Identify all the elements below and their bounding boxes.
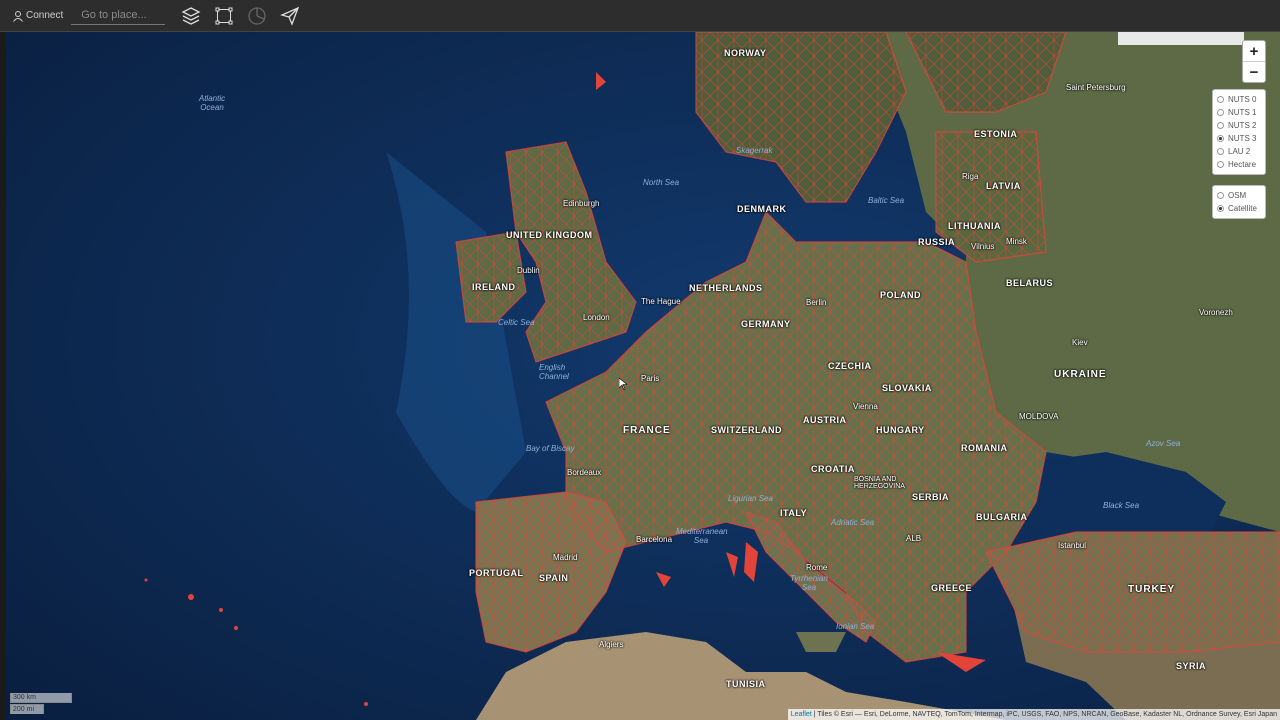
radio-button[interactable] [1217,148,1224,155]
radio-button[interactable] [1217,192,1224,199]
pie-chart-icon [248,6,266,25]
basemap-option[interactable]: Catellite [1213,202,1265,215]
nuts-option[interactable]: LAU 2 [1213,145,1265,158]
nuts-option-label: NUTS 2 [1228,121,1257,130]
basemap-selector: OSM Catellite [1212,185,1266,219]
nuts-option-label: NUTS 0 [1228,95,1257,104]
nuts-option[interactable]: NUTS 2 [1213,119,1265,132]
nuts-option[interactable]: NUTS 0 [1213,93,1265,106]
satellite-basemap [6,32,1280,720]
zoom-out-button[interactable]: − [1243,61,1265,82]
measure-button[interactable] [210,2,238,30]
radio-button[interactable] [1217,161,1224,168]
measure-icon [215,7,233,24]
scale-bar: 300 km 200 mi [10,693,72,714]
map-top-strip [1118,32,1244,45]
zoom-in-button[interactable]: + [1243,41,1265,61]
zoom-control: + − [1242,40,1266,83]
nuts-option[interactable]: NUTS 3 [1213,132,1265,145]
radio-button[interactable] [1217,122,1224,129]
nuts-option-label: NUTS 1 [1228,108,1257,117]
nuts-option[interactable]: NUTS 1 [1213,106,1265,119]
scale-mi: 200 mi [10,704,44,714]
attribution-text: | Tiles © Esri — Esri, DeLorme, NAVTEQ, … [811,711,1277,718]
user-icon [13,10,23,22]
nuts-option-label: LAU 2 [1228,147,1251,156]
connect-button[interactable]: Connect [12,10,63,22]
nuts-level-selector: NUTS 0 NUTS 1 NUTS 2 NUTS 3 LAU 2 Hectar… [1212,89,1266,175]
nuts-option[interactable]: Hectare [1213,158,1265,171]
map-view[interactable]: UKRAINE NORWAY ESTONIA LATVIA LITHUANIA … [6,32,1280,720]
leaflet-link[interactable]: Leaflet [791,711,812,718]
chart-button[interactable] [243,2,271,30]
go-to-place-input[interactable] [71,6,166,25]
basemap-option[interactable]: OSM [1213,189,1265,202]
radio-button[interactable] [1217,109,1224,116]
layers-button[interactable] [177,2,205,30]
send-icon [280,6,300,26]
top-toolbar: Connect [0,0,1280,32]
radio-button-selected[interactable] [1217,205,1224,212]
radio-button-selected[interactable] [1217,135,1224,142]
scale-km: 300 km [10,693,72,703]
nuts-option-label: Hectare [1228,160,1257,169]
radio-button[interactable] [1217,96,1224,103]
basemap-option-label: OSM [1228,191,1247,200]
nuts-option-label: NUTS 3 [1228,134,1257,143]
attribution: Leaflet | Tiles © Esri — Esri, DeLorme, … [787,709,1280,720]
send-button[interactable] [276,2,304,30]
basemap-option-label: Catellite [1228,204,1257,213]
layers-icon [181,6,201,25]
connect-label: Connect [26,10,64,21]
mouse-cursor-icon [619,378,627,390]
